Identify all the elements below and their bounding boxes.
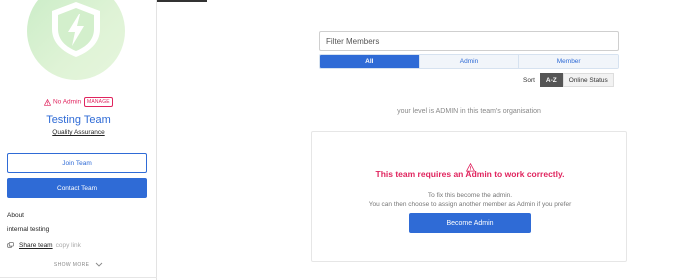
share-team-link[interactable]: Share team <box>19 242 53 249</box>
team-avatar <box>27 0 125 80</box>
team-subtitle: Quality Assurance <box>52 129 105 136</box>
join-team-button[interactable]: Join Team <box>7 153 147 173</box>
share-icon <box>7 242 14 248</box>
sort-label: Sort <box>523 76 535 84</box>
show-more-label: SHOW MORE <box>53 262 90 268</box>
tab-member[interactable]: Member <box>518 55 618 68</box>
show-more-button[interactable]: SHOW MORE <box>0 262 157 268</box>
user-level-text: your level is ADMIN in this team's organ… <box>397 108 541 115</box>
share-row: Share team copy link <box>7 242 81 249</box>
app-root: No Admin MANAGE Testing Team Quality Ass… <box>0 0 679 280</box>
team-sidebar: No Admin MANAGE Testing Team Quality Ass… <box>0 0 157 280</box>
filter-members-input[interactable] <box>319 31 619 51</box>
about-text: internal testing <box>7 226 50 233</box>
tab-all[interactable]: All <box>320 55 419 68</box>
shield-lightning-icon <box>52 2 100 57</box>
chevron-down-icon <box>95 262 103 267</box>
divider <box>0 277 157 278</box>
sort-online-status-button[interactable]: Online Status <box>562 73 614 87</box>
no-admin-row: No Admin MANAGE <box>0 97 157 107</box>
tab-admin[interactable]: Admin <box>418 55 519 68</box>
no-admin-label: No Admin <box>52 98 82 106</box>
manage-button[interactable]: MANAGE <box>83 97 113 107</box>
notice-title: This team requires an Admin to work corr… <box>375 169 565 179</box>
sort-controls: Sort A-Z Online Status <box>523 73 614 87</box>
team-name: Testing Team <box>46 114 111 126</box>
notice-line-2: You can then choose to assign another me… <box>368 201 572 208</box>
become-admin-button[interactable]: Become Admin <box>409 213 531 233</box>
notice-line-1: To fix this become the admin. <box>427 192 513 199</box>
tab-indicator <box>157 0 207 2</box>
contact-team-button[interactable]: Contact Team <box>7 178 147 198</box>
sort-az-button[interactable]: A-Z <box>539 73 563 87</box>
member-filter-tabs: All Admin Member <box>319 54 619 69</box>
warning-triangle-icon <box>44 98 52 106</box>
admin-required-card: This team requires an Admin to work corr… <box>311 131 627 262</box>
about-heading: About <box>7 212 24 219</box>
copy-link[interactable]: copy link <box>56 242 81 249</box>
